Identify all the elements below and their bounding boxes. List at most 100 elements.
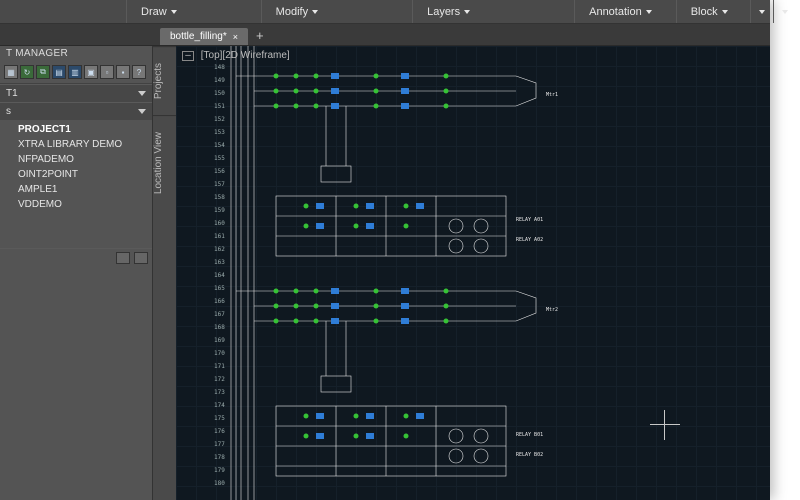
details-icon[interactable] [134, 252, 148, 264]
viewport-label: [Top][2D Wireframe] [201, 50, 290, 61]
help-icon[interactable]: ? [132, 65, 146, 79]
svg-text:RELAY A01: RELAY A01 [516, 217, 543, 223]
panel-section-t1[interactable]: T1 [0, 84, 152, 102]
ruler-tick: 170 [214, 350, 225, 357]
ruler-tick: 150 [214, 90, 225, 97]
refresh-icon[interactable]: ↻ [20, 65, 34, 79]
viewport-control[interactable]: – [Top][2D Wireframe] [182, 50, 290, 61]
ruler-tick: 151 [214, 103, 225, 110]
ruler-tick: 155 [214, 155, 225, 162]
panel-footer [0, 248, 152, 267]
ruler-tick: 156 [214, 168, 225, 175]
chevron-down-icon [171, 10, 177, 14]
ruler-tick: 176 [214, 428, 225, 435]
chevron-down-icon [759, 10, 765, 14]
svg-text:RELAY B02: RELAY B02 [516, 452, 543, 458]
panel-title: T MANAGER [0, 46, 152, 63]
ruler-tick: 178 [214, 454, 225, 461]
ribbon-group-label: Layers [427, 6, 460, 18]
ribbon-group-layers[interactable]: Layers [412, 0, 484, 23]
ribbon-group-draw[interactable]: Draw [126, 0, 191, 23]
chevron-down-icon [782, 10, 788, 14]
side-rail: Projects Location View [152, 46, 176, 500]
ribbon: Draw Modify Layers Annotation Block [0, 0, 770, 24]
ruler-tick: 165 [214, 285, 225, 292]
rail-projects[interactable]: Projects [153, 46, 176, 115]
ribbon-group-label: Annotation [589, 6, 642, 18]
docs-icon[interactable] [116, 252, 130, 264]
cursor-crosshair-icon [650, 410, 680, 440]
ruler-tick: 154 [214, 142, 225, 149]
document-tabs: bottle_filling* × + [0, 24, 770, 46]
drawing-canvas[interactable]: – [Top][2D Wireframe] [176, 46, 770, 500]
ribbon-group-label: Draw [141, 6, 167, 18]
panel-toolbar: ▦ ↻ ⧉ ▤ ▥ ▣ ▫ ▪ ? [0, 63, 152, 84]
list-item[interactable]: XTRA LIBRARY DEMO [0, 137, 152, 152]
new-icon[interactable]: ▦ [4, 65, 18, 79]
new-tab-button[interactable]: + [250, 26, 270, 45]
ruler-tick: 149 [214, 77, 225, 84]
ribbon-group-annotation[interactable]: Annotation [574, 0, 666, 23]
list-item[interactable]: NFPADEMO [0, 152, 152, 167]
ruler-tick: 179 [214, 467, 225, 474]
list-item[interactable]: PROJECT1 [0, 122, 152, 137]
ruler-tick: 172 [214, 376, 225, 383]
ribbon-group-label: Block [691, 6, 718, 18]
ruler-tick: 166 [214, 298, 225, 305]
list-item[interactable]: AMPLE1 [0, 182, 152, 197]
tab-label: bottle_filling* [170, 31, 227, 42]
section-label: s [6, 106, 11, 117]
list-item[interactable]: VDDEMO [0, 197, 152, 212]
ruler-tick: 161 [214, 233, 225, 240]
chevron-down-icon [138, 109, 146, 114]
panel-section-s[interactable]: s [0, 102, 152, 120]
ruler-tick: 157 [214, 181, 225, 188]
section-label: T1 [6, 88, 18, 99]
chevron-down-icon [138, 91, 146, 96]
ruler-tick: 158 [214, 194, 225, 201]
schematic-svg: Mtr1 Mtr2 RELAY A01 RELAY A02 RELAY B01 … [176, 46, 770, 500]
svg-text:Mtr1: Mtr1 [546, 92, 558, 98]
svg-text:Mtr2: Mtr2 [546, 307, 558, 313]
close-icon[interactable]: × [233, 32, 238, 42]
ruler-tick: 163 [214, 259, 225, 266]
list-item[interactable]: OINT2POINT [0, 167, 152, 182]
settings-icon[interactable]: ▫ [100, 65, 114, 79]
chevron-down-icon [312, 10, 318, 14]
minimize-viewport-icon[interactable]: – [182, 51, 194, 61]
save-icon[interactable]: ▥ [68, 65, 82, 79]
ribbon-group-extra[interactable] [773, 0, 796, 23]
ruler-tick: 171 [214, 363, 225, 370]
chevron-down-icon [722, 10, 728, 14]
ruler-tick: 174 [214, 402, 225, 409]
ribbon-group-label: Modify [276, 6, 308, 18]
ruler-tick: 160 [214, 220, 225, 227]
ruler-tick: 148 [214, 64, 225, 71]
filter-icon[interactable]: ▪ [116, 65, 130, 79]
ruler-tick: 167 [214, 311, 225, 318]
ruler-tick: 173 [214, 389, 225, 396]
chevron-down-icon [646, 10, 652, 14]
ribbon-group-block[interactable]: Block [676, 0, 742, 23]
ruler-tick: 177 [214, 441, 225, 448]
ruler-tick: 152 [214, 116, 225, 123]
project-manager-panel: T MANAGER ▦ ↻ ⧉ ▤ ▥ ▣ ▫ ▪ ? T1 s [0, 46, 152, 500]
ruler-tick: 153 [214, 129, 225, 136]
properties-icon[interactable]: ▣ [84, 65, 98, 79]
open-icon[interactable]: ▤ [52, 65, 66, 79]
svg-text:RELAY A02: RELAY A02 [516, 237, 543, 243]
ribbon-group-more[interactable] [750, 0, 773, 23]
folder-icon[interactable]: ⧉ [36, 65, 50, 79]
project-list: PROJECT1 XTRA LIBRARY DEMO NFPADEMO OINT… [0, 120, 152, 218]
rail-location-view[interactable]: Location View [153, 115, 176, 210]
ruler-tick: 180 [214, 480, 225, 487]
ruler-tick: 168 [214, 324, 225, 331]
ruler-tick: 159 [214, 207, 225, 214]
svg-text:RELAY B01: RELAY B01 [516, 432, 543, 438]
tab-bottle-filling[interactable]: bottle_filling* × [160, 28, 248, 45]
ribbon-group-modify[interactable]: Modify [261, 0, 332, 23]
plus-icon: + [256, 28, 264, 43]
ruler-tick: 164 [214, 272, 225, 279]
chevron-down-icon [464, 10, 470, 14]
ruler-tick: 175 [214, 415, 225, 422]
